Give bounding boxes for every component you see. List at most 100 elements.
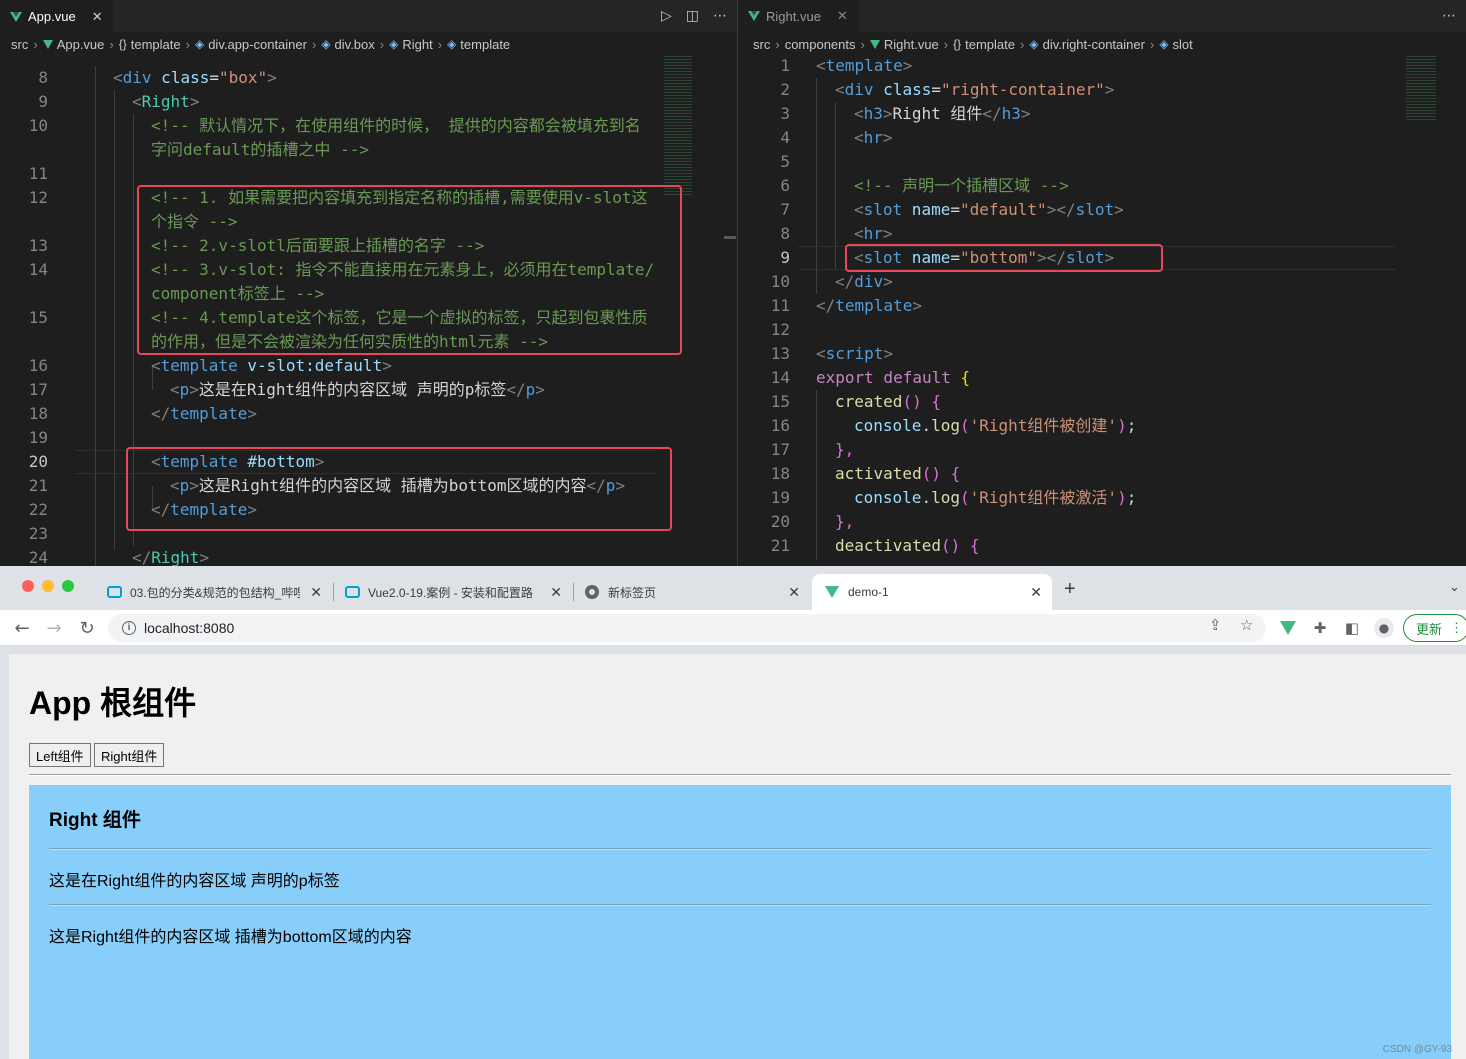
close-tab-icon[interactable]: ✕ — [778, 584, 810, 601]
line-number: 17 — [28, 380, 48, 399]
kebab-menu-icon[interactable]: ⋮ — [1450, 620, 1463, 636]
breadcrumb-item[interactable]: div.right-container — [1043, 37, 1145, 52]
left-component-button[interactable]: Left组件 — [29, 743, 91, 767]
profile-avatar-icon[interactable]: ● — [1372, 616, 1396, 640]
breadcrumb-item[interactable]: div.app-container — [208, 37, 307, 52]
line-number: 10 — [28, 116, 48, 135]
breadcrumb-item[interactable]: slot — [1173, 37, 1193, 52]
element-icon: ◈ — [194, 37, 205, 51]
element-icon: ◈ — [1159, 37, 1169, 51]
breadcrumb-item[interactable]: Right.vue — [884, 37, 939, 52]
code-line: <h3>Right 组件</h3> — [854, 104, 1031, 123]
bookmark-star-icon[interactable]: ☆ — [1240, 616, 1253, 634]
breadcrumb-item[interactable]: App.vue — [57, 37, 105, 52]
code-line: <p>这是在Right组件的内容区域 声明的p标签</p> — [170, 380, 545, 399]
vue-icon — [825, 586, 839, 598]
code-line: }, — [835, 512, 855, 531]
vue-devtools-icon[interactable] — [1276, 616, 1300, 640]
close-tab-icon[interactable]: ✕ — [1020, 584, 1052, 601]
highlight-box-bottom-template — [126, 447, 672, 531]
back-icon[interactable]: ← — [10, 616, 34, 640]
app-vue-editor[interactable]: App.vue ✕ ▷ ◫ ⋯ src › App.vue › {} template… — [0, 0, 737, 566]
close-tab-icon[interactable]: ✕ — [300, 584, 332, 601]
braces-icon: {} — [118, 37, 127, 51]
slot-bottom-text: 这是Right组件的内容区域 插槽为bottom区域的内容 — [49, 929, 412, 946]
url-text: localhost:8080 — [144, 620, 235, 636]
share-icon[interactable]: ⇪ — [1209, 616, 1222, 634]
minimize-window-button[interactable] — [42, 580, 54, 592]
code-line: activated() { — [835, 464, 961, 483]
highlight-box-bottom-slot — [845, 244, 1163, 272]
line-number: 4 — [780, 128, 790, 147]
code-line: <div class="right-container"> — [835, 80, 1115, 99]
braces-icon: {} — [953, 37, 962, 51]
tab-right-vue[interactable]: Right.vue ✕ — [738, 0, 858, 32]
minimap[interactable] — [664, 56, 692, 196]
breadcrumb-item[interactable]: Right — [402, 37, 432, 52]
close-window-button[interactable] — [22, 580, 34, 592]
tab-search-icon[interactable]: ⌄ — [1449, 580, 1460, 595]
close-icon[interactable]: ✕ — [92, 9, 103, 25]
reload-icon[interactable]: ↻ — [75, 616, 99, 640]
code-line: </template> — [151, 404, 257, 423]
minimap[interactable] — [1406, 56, 1436, 120]
bilibili-icon — [344, 586, 360, 598]
update-button[interactable]: 更新 ⋮ — [1403, 614, 1466, 642]
address-bar[interactable]: i localhost:8080 — [108, 614, 1266, 642]
highlight-box-comments — [137, 185, 682, 355]
element-icon: ◈ — [1029, 37, 1039, 51]
line-number: 23 — [28, 524, 48, 543]
tab-app-vue[interactable]: App.vue ✕ — [0, 0, 113, 32]
line-number: 21 — [28, 476, 48, 495]
close-tab-icon[interactable]: ✕ — [540, 584, 572, 601]
browser-tab-active[interactable]: demo-1 ✕ — [812, 574, 1052, 610]
chrome-icon — [585, 585, 599, 599]
browser-tab[interactable]: 03.包的分类&规范的包结构_哔哩 ✕ — [96, 574, 332, 610]
line-number: 19 — [770, 488, 790, 507]
code-comment: <!-- 默认情况下，在使用组件的时候， 提供的内容都会被填充到名 — [151, 116, 641, 135]
line-number: 19 — [28, 428, 48, 447]
run-icon[interactable]: ▷ — [661, 8, 672, 24]
line-number: 15 — [28, 308, 48, 327]
breadcrumb-item[interactable]: src — [11, 37, 28, 52]
forward-icon[interactable]: → — [42, 616, 66, 640]
code-line: }, — [835, 440, 855, 459]
close-icon[interactable]: ✕ — [837, 8, 848, 24]
breadcrumb-item[interactable]: src — [753, 37, 770, 52]
more-actions-icon[interactable]: ⋯ — [1442, 8, 1456, 24]
code-comment: <!-- 声明一个插槽区域 --> — [854, 176, 1069, 195]
line-number: 17 — [770, 440, 790, 459]
site-info-icon[interactable]: i — [122, 621, 136, 635]
line-number: 8 — [780, 224, 790, 243]
breadcrumb-item[interactable]: template — [965, 37, 1015, 52]
breadcrumb-item[interactable]: components — [785, 37, 856, 52]
side-panel-icon[interactable]: ◧ — [1340, 616, 1364, 640]
vue-file-icon — [10, 11, 22, 22]
right-vue-editor[interactable]: Right.vue ✕ ⋯ src › components › Right.vue… — [738, 0, 1466, 566]
divider — [29, 774, 1451, 776]
line-number: 13 — [28, 236, 48, 255]
breadcrumb-item[interactable]: template — [460, 37, 510, 52]
tab-title: 03.包的分类&规范的包结构_哔哩 — [130, 585, 301, 600]
code-line: export default { — [816, 368, 971, 387]
right-component-button[interactable]: Right组件 — [94, 743, 165, 767]
browser-tab[interactable]: 新标签页 ✕ — [574, 574, 810, 610]
maximize-window-button[interactable] — [62, 580, 74, 592]
more-actions-icon[interactable]: ⋯ — [713, 8, 727, 24]
breadcrumb-item[interactable]: div.box — [335, 37, 375, 52]
code-line: </Right> — [132, 548, 210, 566]
browser-window: 03.包的分类&规范的包结构_哔哩 ✕ Vue2.0-19.案例 - 安装和配置… — [0, 566, 1466, 1059]
watermark: CSDN @GY-93 — [1382, 1044, 1452, 1055]
line-number: 2 — [780, 80, 790, 99]
breadcrumb-item[interactable]: template — [131, 37, 181, 52]
tab-label: Right.vue — [766, 8, 821, 24]
new-tab-button[interactable]: + — [1064, 578, 1076, 601]
extensions-icon[interactable]: ✚ — [1308, 616, 1332, 640]
browser-tab[interactable]: Vue2.0-19.案例 - 安装和配置路 ✕ — [334, 574, 572, 610]
code-line: <template> — [816, 56, 913, 75]
line-number: 13 — [770, 344, 790, 363]
line-number: 11 — [770, 296, 790, 315]
line-number: 6 — [780, 176, 790, 195]
split-editor-icon[interactable]: ◫ — [686, 8, 699, 24]
line-number: 9 — [780, 248, 790, 267]
